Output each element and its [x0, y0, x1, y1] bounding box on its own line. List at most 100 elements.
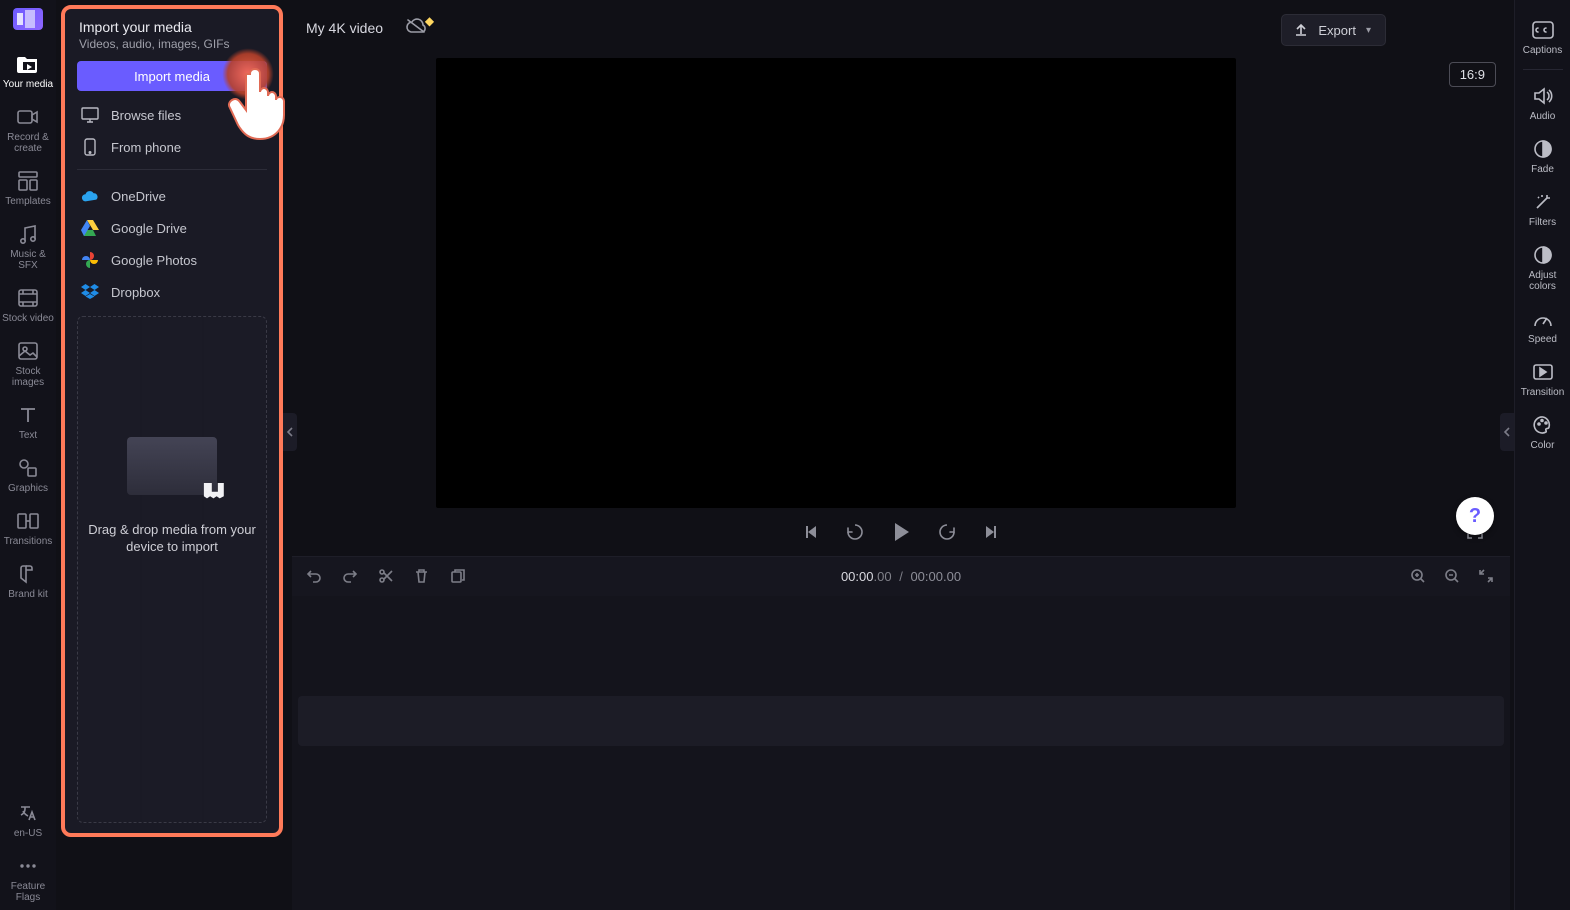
rail-stock-images[interactable]: Stock images	[0, 331, 56, 395]
import-media-button[interactable]: Import media	[77, 61, 267, 91]
rail-stock-video[interactable]: Stock video	[0, 278, 56, 331]
rail-adjust-colors[interactable]: Adjust colors	[1515, 235, 1570, 299]
undo-button[interactable]	[306, 568, 324, 586]
upload-icon	[1294, 23, 1308, 37]
chevron-down-icon: ▾	[1366, 25, 1371, 36]
fit-timeline-button[interactable]	[1478, 568, 1496, 586]
transition-panel-icon	[1532, 361, 1554, 383]
export-label: Export	[1318, 23, 1356, 38]
divider	[77, 169, 267, 170]
browse-files-item[interactable]: Browse files	[75, 99, 269, 131]
aspect-ratio-button[interactable]: 16:9	[1449, 62, 1496, 87]
color-palette-icon	[1532, 414, 1554, 436]
skip-end-button[interactable]	[980, 521, 1002, 543]
rail-fade[interactable]: Fade	[1515, 129, 1570, 182]
duplicate-button[interactable]	[450, 568, 468, 586]
rail-templates[interactable]: Templates	[0, 161, 56, 214]
skip-start-button[interactable]	[800, 521, 822, 543]
source-label: Browse files	[111, 108, 181, 123]
zoom-in-button[interactable]	[1410, 568, 1428, 586]
from-phone-item[interactable]: From phone	[75, 131, 269, 163]
left-rail: Your media Record & create Templates Mus…	[0, 0, 56, 910]
help-button[interactable]: ?	[1456, 497, 1494, 535]
rewind-button[interactable]	[844, 521, 866, 543]
rail-transition[interactable]: Transition	[1515, 352, 1570, 405]
camera-icon	[17, 106, 39, 128]
play-button[interactable]	[888, 519, 914, 545]
google-photos-icon	[81, 251, 99, 269]
redo-button[interactable]	[342, 568, 360, 586]
project-title[interactable]: My 4K video	[306, 20, 383, 36]
rail-your-media[interactable]: Your media	[0, 44, 56, 97]
import-media-label: Import media	[134, 69, 210, 84]
timeline-track[interactable]	[298, 696, 1504, 746]
rail-captions[interactable]: Captions	[1515, 10, 1570, 63]
rail-locale[interactable]: en-US	[0, 793, 56, 846]
app-logo	[13, 8, 43, 30]
dropbox-item[interactable]: Dropbox	[75, 276, 269, 308]
drop-zone[interactable]: Drag & drop media from your device to im…	[77, 316, 267, 823]
source-label: Dropbox	[111, 285, 160, 300]
panel-title: Import your media	[75, 19, 269, 35]
topbar: My 4K video ◆	[292, 0, 1394, 56]
timeline-toolbar: 00:00.00 / 00:00.00	[292, 556, 1510, 596]
zoom-out-button[interactable]	[1444, 568, 1462, 586]
timeline[interactable]	[292, 596, 1510, 910]
contrast-icon	[1532, 244, 1554, 266]
rail-feature-flags[interactable]: Feature Flags	[0, 846, 56, 910]
right-rail: Captions Audio Fade Filters Adjust color…	[1514, 0, 1570, 910]
export-button[interactable]: Export ▾	[1281, 14, 1386, 46]
rail-record-create[interactable]: Record & create	[0, 97, 56, 161]
rail-label: Music & SFX	[0, 249, 56, 271]
source-label: Google Photos	[111, 253, 197, 268]
collapse-left-panel[interactable]	[283, 413, 297, 451]
google-photos-item[interactable]: Google Photos	[75, 244, 269, 276]
media-panel: Import your media Videos, audio, images,…	[61, 5, 283, 837]
premium-badge-icon: ◆	[425, 14, 434, 28]
rail-music-sfx[interactable]: Music & SFX	[0, 214, 56, 278]
rail-brand-kit[interactable]: Brand kit	[0, 554, 56, 607]
shapes-icon	[17, 457, 39, 479]
rail-label: Adjust colors	[1529, 270, 1557, 292]
panel-subtitle: Videos, audio, images, GIFs	[75, 35, 269, 61]
rail-label: Captions	[1523, 45, 1562, 56]
image-icon	[17, 340, 39, 362]
collapse-right-panel[interactable]	[1500, 413, 1514, 451]
rail-label: Text	[19, 430, 37, 441]
google-drive-item[interactable]: Google Drive	[75, 212, 269, 244]
rail-audio[interactable]: Audio	[1515, 76, 1570, 129]
rail-label: Fade	[1531, 164, 1554, 175]
local-source-list: Browse files From phone	[75, 99, 269, 163]
rail-transitions[interactable]: Transitions	[0, 501, 56, 554]
cloud-source-list: OneDrive Google Drive Google Photos Drop…	[75, 180, 269, 308]
rail-label: Transition	[1521, 387, 1565, 398]
rail-label: Speed	[1528, 334, 1557, 345]
forward-button[interactable]	[936, 521, 958, 543]
rail-label: Feature Flags	[11, 881, 45, 903]
palette-icon	[17, 563, 39, 585]
time-readout: 00:00.00 / 00:00.00	[841, 569, 961, 584]
rail-label: Audio	[1530, 111, 1556, 122]
rail-color[interactable]: Color	[1515, 405, 1570, 458]
source-label: Google Drive	[111, 221, 187, 236]
onedrive-item[interactable]: OneDrive	[75, 180, 269, 212]
rail-label: Your media	[3, 79, 53, 90]
source-label: From phone	[111, 140, 181, 155]
split-button[interactable]	[378, 568, 396, 586]
rail-label: Stock images	[12, 366, 44, 388]
transition-icon	[17, 510, 39, 532]
rail-speed[interactable]: Speed	[1515, 299, 1570, 352]
rail-label: Templates	[5, 196, 51, 207]
preview-canvas[interactable]	[436, 58, 1236, 508]
delete-button[interactable]	[414, 568, 432, 586]
cloud-sync-status[interactable]: ◆	[405, 17, 427, 39]
rail-label: Graphics	[8, 483, 48, 494]
rail-graphics[interactable]: Graphics	[0, 448, 56, 501]
filmstrip-icon	[17, 287, 39, 309]
rail-text[interactable]: Text	[0, 395, 56, 448]
source-label: OneDrive	[111, 189, 166, 204]
rail-filters[interactable]: Filters	[1515, 182, 1570, 235]
google-drive-icon	[81, 219, 99, 237]
rail-label: Brand kit	[8, 589, 47, 600]
wand-icon	[1532, 191, 1554, 213]
